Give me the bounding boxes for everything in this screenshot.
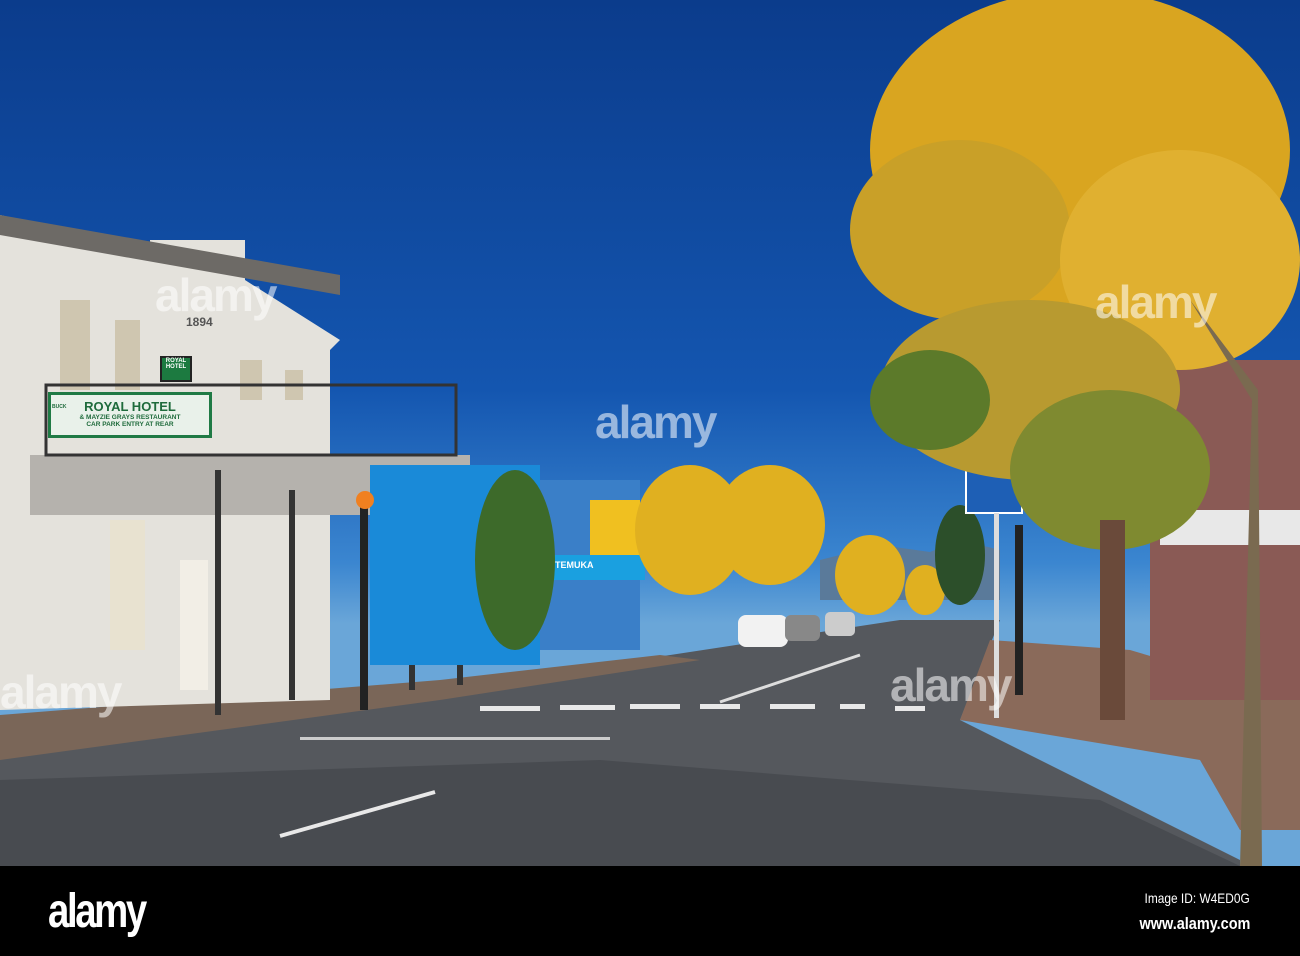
watermark-bottom-right: alamy <box>890 659 1012 711</box>
street-photo: 1894 ROYAL HOTEL ROYAL HOTEL & MAYZIE GR… <box>0 0 1300 866</box>
website-link[interactable]: www.alamy.com <box>1139 914 1250 934</box>
hotel-sign-line3: CAR PARK ENTRY AT REAR <box>86 421 174 428</box>
watermark-center: alamy <box>595 396 717 448</box>
crossing-pole <box>360 505 368 710</box>
hotel-sign-title: ROYAL HOTEL <box>84 399 176 414</box>
buck-badge: BUCK <box>52 404 67 410</box>
alamy-logo: alamy <box>48 885 147 938</box>
footer-bar: alamy Image ID: W4ED0G www.alamy.com <box>0 866 1300 956</box>
shop-sign: TEMUKA <box>555 560 594 570</box>
hotel-sign-line2: & MAYZIE GRAYS RESTAURANT <box>79 414 181 421</box>
crossing-beacon <box>356 491 374 509</box>
image-id: Image ID: W4ED0G <box>1144 890 1250 906</box>
watermark-right: alamy <box>1095 276 1217 328</box>
crossing-pole <box>1015 525 1023 695</box>
watermark-bottom-left: alamy <box>0 666 122 718</box>
watermark-left: alamy <box>155 269 277 321</box>
yellow-sign <box>590 500 640 555</box>
hotel-door <box>180 560 208 690</box>
hotel-window <box>110 520 145 650</box>
small-hotel-sign: ROYAL HOTEL <box>160 356 192 382</box>
hotel-sign: ROYAL HOTEL & MAYZIE GRAYS RESTAURANT CA… <box>48 392 212 438</box>
stop-line <box>300 737 610 740</box>
